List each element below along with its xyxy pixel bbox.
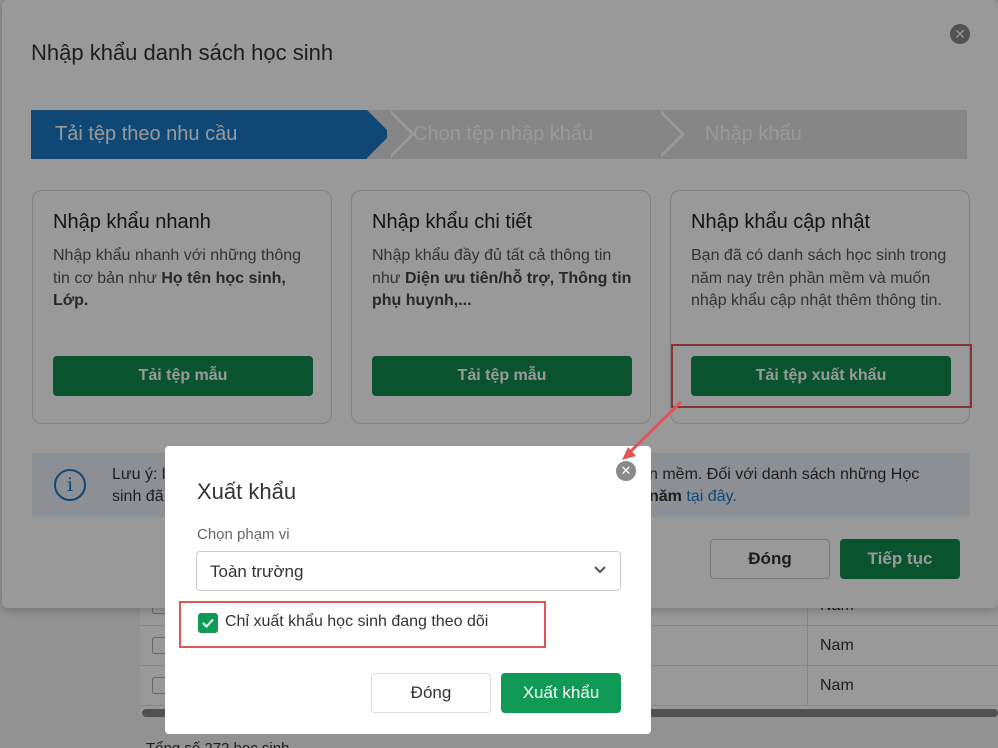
scope-select[interactable]: Toàn trường [196,551,621,591]
checkbox-label: Chỉ xuất khẩu học sinh đang theo dõi [225,613,489,630]
export-dialog: Xuất khẩu ✕ Chọn phạm vi Toàn trường Chỉ… [165,446,651,734]
annotation-highlight: Chỉ xuất khẩu học sinh đang theo dõi [179,601,546,648]
scope-label: Chọn phạm vi [197,526,290,543]
scope-value: Toàn trường [210,562,304,581]
close-icon[interactable]: ✕ [616,461,636,481]
export-button[interactable]: Xuất khẩu [501,673,621,713]
chevron-down-icon [594,566,606,574]
dialog-title: Xuất khẩu [197,479,297,504]
check-icon [202,618,214,628]
tracked-only-checkbox[interactable] [198,613,218,633]
cancel-button[interactable]: Đóng [371,673,491,713]
